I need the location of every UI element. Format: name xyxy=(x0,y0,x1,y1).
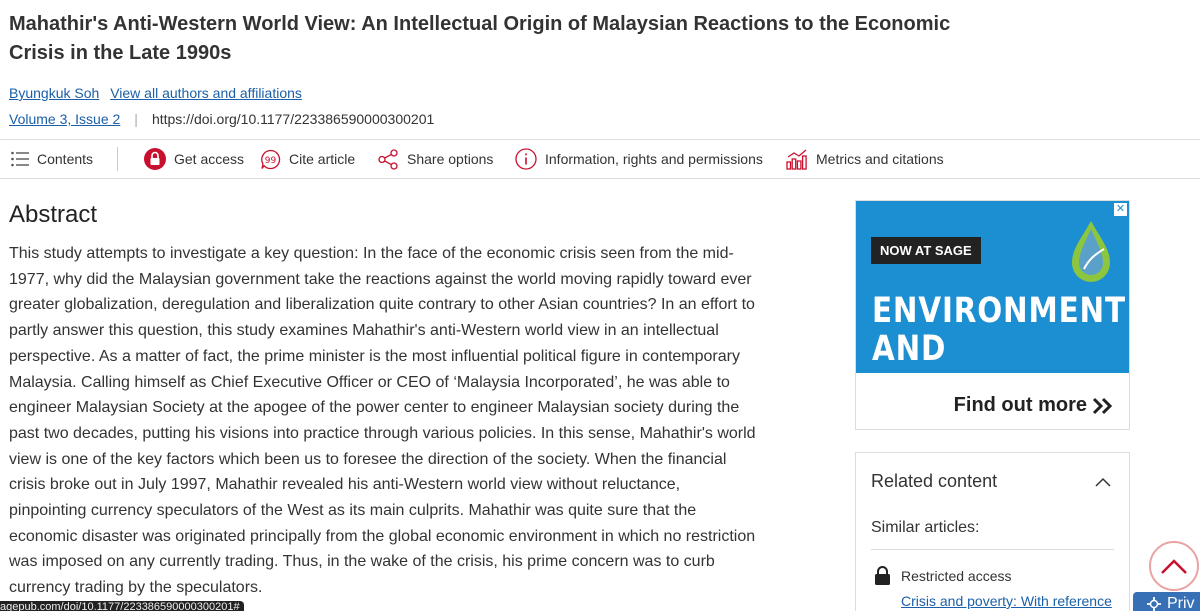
quote-icon: 99 xyxy=(261,149,281,169)
cite-article-label: Cite article xyxy=(289,151,356,167)
cite-article-button[interactable]: 99 Cite article xyxy=(260,140,378,178)
chevron-up-icon[interactable] xyxy=(1095,477,1111,487)
author-link[interactable]: Byungkuk Soh xyxy=(9,85,99,101)
share-icon xyxy=(378,148,398,170)
svg-text:99: 99 xyxy=(265,156,277,166)
related-content-panel: Related content Similar articles: Restri… xyxy=(855,452,1130,611)
get-access-label: Get access xyxy=(174,151,245,167)
list-icon xyxy=(11,151,29,167)
metrics-button[interactable]: Metrics and citations xyxy=(786,140,944,178)
share-options-label: Share options xyxy=(407,151,494,167)
double-chevron-right-icon xyxy=(1092,397,1113,414)
similar-articles-label: Similar articles: xyxy=(871,519,980,536)
privacy-label: Priv xyxy=(1167,595,1195,611)
advertisement-banner[interactable]: ✕ NOW AT SAGE ENVIRONMENT AND SECURITY F… xyxy=(855,200,1130,430)
ad-image: ✕ NOW AT SAGE ENVIRONMENT AND SECURITY xyxy=(856,201,1129,409)
gear-icon xyxy=(1147,597,1161,611)
ad-close-icon[interactable]: ✕ xyxy=(1114,203,1127,216)
abstract-text: This study attempts to investigate a key… xyxy=(9,245,756,597)
chevron-up-icon xyxy=(1161,559,1187,574)
information-label: Information, rights and permissions xyxy=(545,151,763,167)
authors-line: Byungkuk Soh View all authors and affili… xyxy=(9,84,309,102)
information-button[interactable]: Information, rights and permissions xyxy=(515,140,786,178)
article-meta: Volume 3, Issue 2 | https://doi.org/10.1… xyxy=(9,110,434,128)
find-out-more-link[interactable]: Find out more xyxy=(954,394,1114,417)
ad-badge: NOW AT SAGE xyxy=(871,237,981,264)
info-icon xyxy=(515,148,537,170)
ad-headline-line1: ENVIRONMENT xyxy=(872,291,1126,331)
related-content-heading: Related content xyxy=(871,471,998,491)
article-toolbar: Contents Get access 99 Cite article Shar… xyxy=(0,139,1200,179)
find-out-more-label: Find out more xyxy=(953,394,1087,416)
view-authors-link[interactable]: View all authors and affiliations xyxy=(110,85,302,101)
padlock-icon xyxy=(875,566,890,585)
bar-chart-icon xyxy=(786,149,807,170)
related-divider xyxy=(871,549,1114,550)
get-access-button[interactable]: Get access xyxy=(118,140,260,178)
restricted-access-label: Restricted access xyxy=(901,567,1012,584)
status-bar-url: agepub.com/doi/10.1177/22338659000030020… xyxy=(0,601,244,611)
share-options-button[interactable]: Share options xyxy=(378,140,515,178)
scroll-to-top-button[interactable] xyxy=(1149,541,1199,591)
article-title: Mahathir's Anti-Western World View: An I… xyxy=(9,13,951,64)
privacy-button[interactable]: Priv xyxy=(1133,592,1200,611)
lock-icon xyxy=(144,148,166,170)
related-article-link[interactable]: Crisis and poverty: With reference xyxy=(901,593,1112,609)
abstract-heading: Abstract xyxy=(9,201,98,228)
leaf-drop-icon xyxy=(1072,221,1110,282)
meta-separator: | xyxy=(134,111,138,127)
contents-label: Contents xyxy=(37,151,94,167)
metrics-label: Metrics and citations xyxy=(816,151,944,167)
doi-text[interactable]: https://doi.org/10.1177/2233865900003002… xyxy=(152,110,434,128)
contents-button[interactable]: Contents xyxy=(0,140,117,178)
volume-issue-link[interactable]: Volume 3, Issue 2 xyxy=(9,110,120,128)
restricted-access-row: Restricted access xyxy=(874,566,1011,585)
